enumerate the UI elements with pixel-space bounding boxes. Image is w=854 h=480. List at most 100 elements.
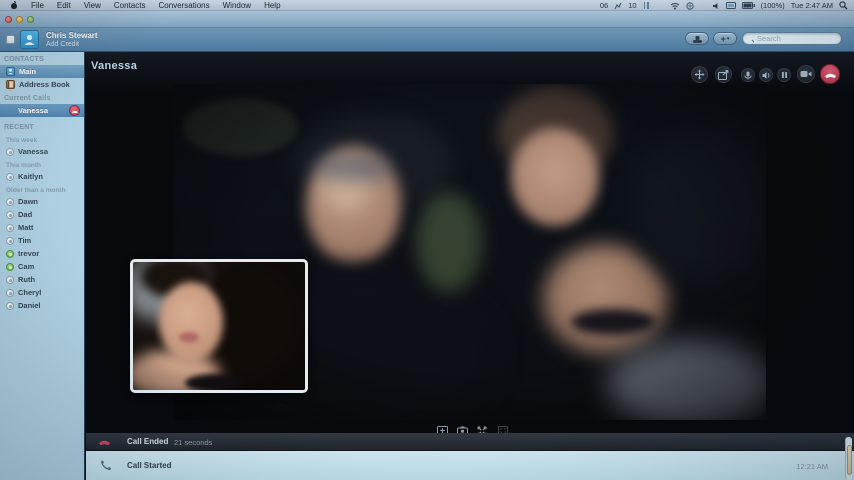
status-offline-icon (6, 237, 14, 245)
video-camera-icon (800, 70, 812, 78)
contact-name: Kaitlyn (18, 172, 43, 181)
contact-row[interactable]: Ruth (0, 273, 84, 286)
pause-icon (781, 71, 788, 79)
minimize-button[interactable] (16, 16, 23, 23)
search-input[interactable] (757, 34, 837, 43)
pause-status-icon[interactable] (643, 2, 650, 9)
presence-status-icon[interactable] (6, 35, 15, 44)
phone-icon (692, 34, 703, 44)
close-button[interactable] (5, 16, 12, 23)
group-older: Older than a month (0, 183, 84, 195)
battery-icon[interactable] (742, 2, 755, 9)
group-this-month: This month (0, 158, 84, 170)
menu-edit[interactable]: Edit (57, 1, 71, 10)
contact-name: trevor (18, 249, 39, 258)
wifi-icon[interactable] (670, 2, 680, 10)
chart-status-icon[interactable] (614, 2, 622, 10)
mute-mic-button[interactable] (741, 68, 755, 82)
contact-row[interactable]: Tim (0, 234, 84, 247)
status-offline-icon (6, 198, 14, 206)
sync-status-icon[interactable] (586, 2, 594, 10)
spotlight-search-icon[interactable] (839, 1, 848, 10)
chevron-down-icon: ▾ (727, 36, 730, 42)
menu-contacts[interactable]: Contacts (114, 1, 146, 10)
sidebar-item-address-book[interactable]: Address Book (0, 78, 84, 91)
menu-window[interactable]: Window (223, 1, 251, 10)
battery-percent[interactable]: (100%) (761, 1, 785, 10)
screen-share-button[interactable] (715, 66, 732, 83)
video-toggle-button[interactable] (797, 65, 815, 83)
microphone-icon (744, 71, 752, 80)
add-credit-link[interactable]: Add Credit (46, 41, 79, 48)
apple-icon[interactable] (10, 1, 18, 9)
contact-row[interactable]: Matt (0, 221, 84, 234)
bluetooth-icon[interactable] (700, 1, 706, 10)
contact-name: Dawn (18, 197, 38, 206)
active-call-name: Vanessa (6, 106, 48, 115)
contact-name: Daniel (18, 301, 41, 310)
pip-vignette (133, 262, 305, 390)
add-contact-button[interactable]: + ▾ (713, 32, 737, 45)
zoom-button[interactable] (27, 16, 34, 23)
status-offline-icon (6, 276, 14, 284)
call-started-label: Call Started (127, 461, 171, 470)
contact-name: Cam (18, 262, 34, 271)
volume-icon[interactable] (712, 2, 720, 10)
globe-icon[interactable] (686, 2, 694, 10)
dialpad-overlay-button[interactable] (498, 426, 508, 433)
dialpad-button[interactable] (685, 32, 709, 45)
hold-call-button[interactable] (777, 68, 791, 82)
contact-row[interactable]: Dad (0, 208, 84, 221)
contact-row[interactable]: trevor (0, 247, 84, 260)
contact-row[interactable]: Daniel (0, 299, 84, 312)
fullscreen-button[interactable] (477, 426, 487, 433)
window-title-bar (0, 11, 854, 28)
contact-row[interactable]: Cam (0, 260, 84, 273)
sidebar-item-label: Address Book (19, 80, 70, 89)
contact-name: Cheryl (18, 288, 41, 297)
call-ended-icon (98, 435, 111, 448)
menu-file[interactable]: File (31, 1, 44, 10)
end-call-button[interactable] (820, 64, 840, 84)
contact-row[interactable]: Dawn (0, 195, 84, 208)
scrollbar-thumb[interactable] (847, 445, 852, 475)
self-video-preview[interactable] (130, 259, 308, 393)
recent-header: RECENT (0, 117, 84, 133)
add-to-screen-icon (437, 426, 448, 433)
conversation-panel: Vanessa (86, 52, 854, 433)
sidebar-item-active-call[interactable]: Vanessa (0, 104, 84, 117)
avatar[interactable] (20, 30, 39, 49)
snapshot-button[interactable] (457, 426, 468, 433)
move-video-button[interactable] (691, 66, 708, 83)
volume-button[interactable] (759, 68, 773, 82)
contact-row[interactable]: Kaitlyn (0, 170, 84, 183)
page-title: Vanessa (91, 60, 137, 72)
call-ended-row: Call Ended 21 seconds (86, 433, 854, 451)
main-list-icon (6, 67, 15, 76)
call-ended-duration: 21 seconds (174, 438, 212, 447)
status-count-2[interactable]: 10 (628, 1, 636, 10)
add-participant-button[interactable] (437, 426, 448, 433)
display-icon[interactable] (726, 2, 736, 10)
menu-help[interactable]: Help (264, 1, 280, 10)
speaker-icon (762, 71, 771, 80)
contact-row[interactable]: Cheryl (0, 286, 84, 299)
status-offline-icon (6, 289, 14, 297)
status-count-1[interactable]: 06 (600, 1, 608, 10)
menu-view[interactable]: View (84, 1, 101, 10)
call-started-time: 12:21 AM (796, 462, 828, 471)
chat-scrollbar[interactable] (845, 437, 852, 480)
end-call-icon[interactable] (69, 105, 80, 116)
menu-bar-status: 06 10 (100%) T (586, 0, 848, 11)
status-offline-icon (6, 224, 14, 232)
menu-bar-clock[interactable]: Tue 2:47 AM (791, 1, 833, 10)
sidebar-item-label: Main (19, 67, 36, 76)
contact-row[interactable]: Vanessa (0, 145, 84, 158)
screen: File Edit View Contacts Conversations Wi… (0, 0, 854, 480)
sidebar-item-main[interactable]: Main (0, 65, 84, 78)
menu-bar: File Edit View Contacts Conversations Wi… (0, 0, 854, 11)
status-offline-icon (6, 148, 14, 156)
status-online-icon (6, 263, 14, 271)
user-name: Chris Stewart (46, 31, 98, 40)
menu-conversations[interactable]: Conversations (158, 1, 209, 10)
